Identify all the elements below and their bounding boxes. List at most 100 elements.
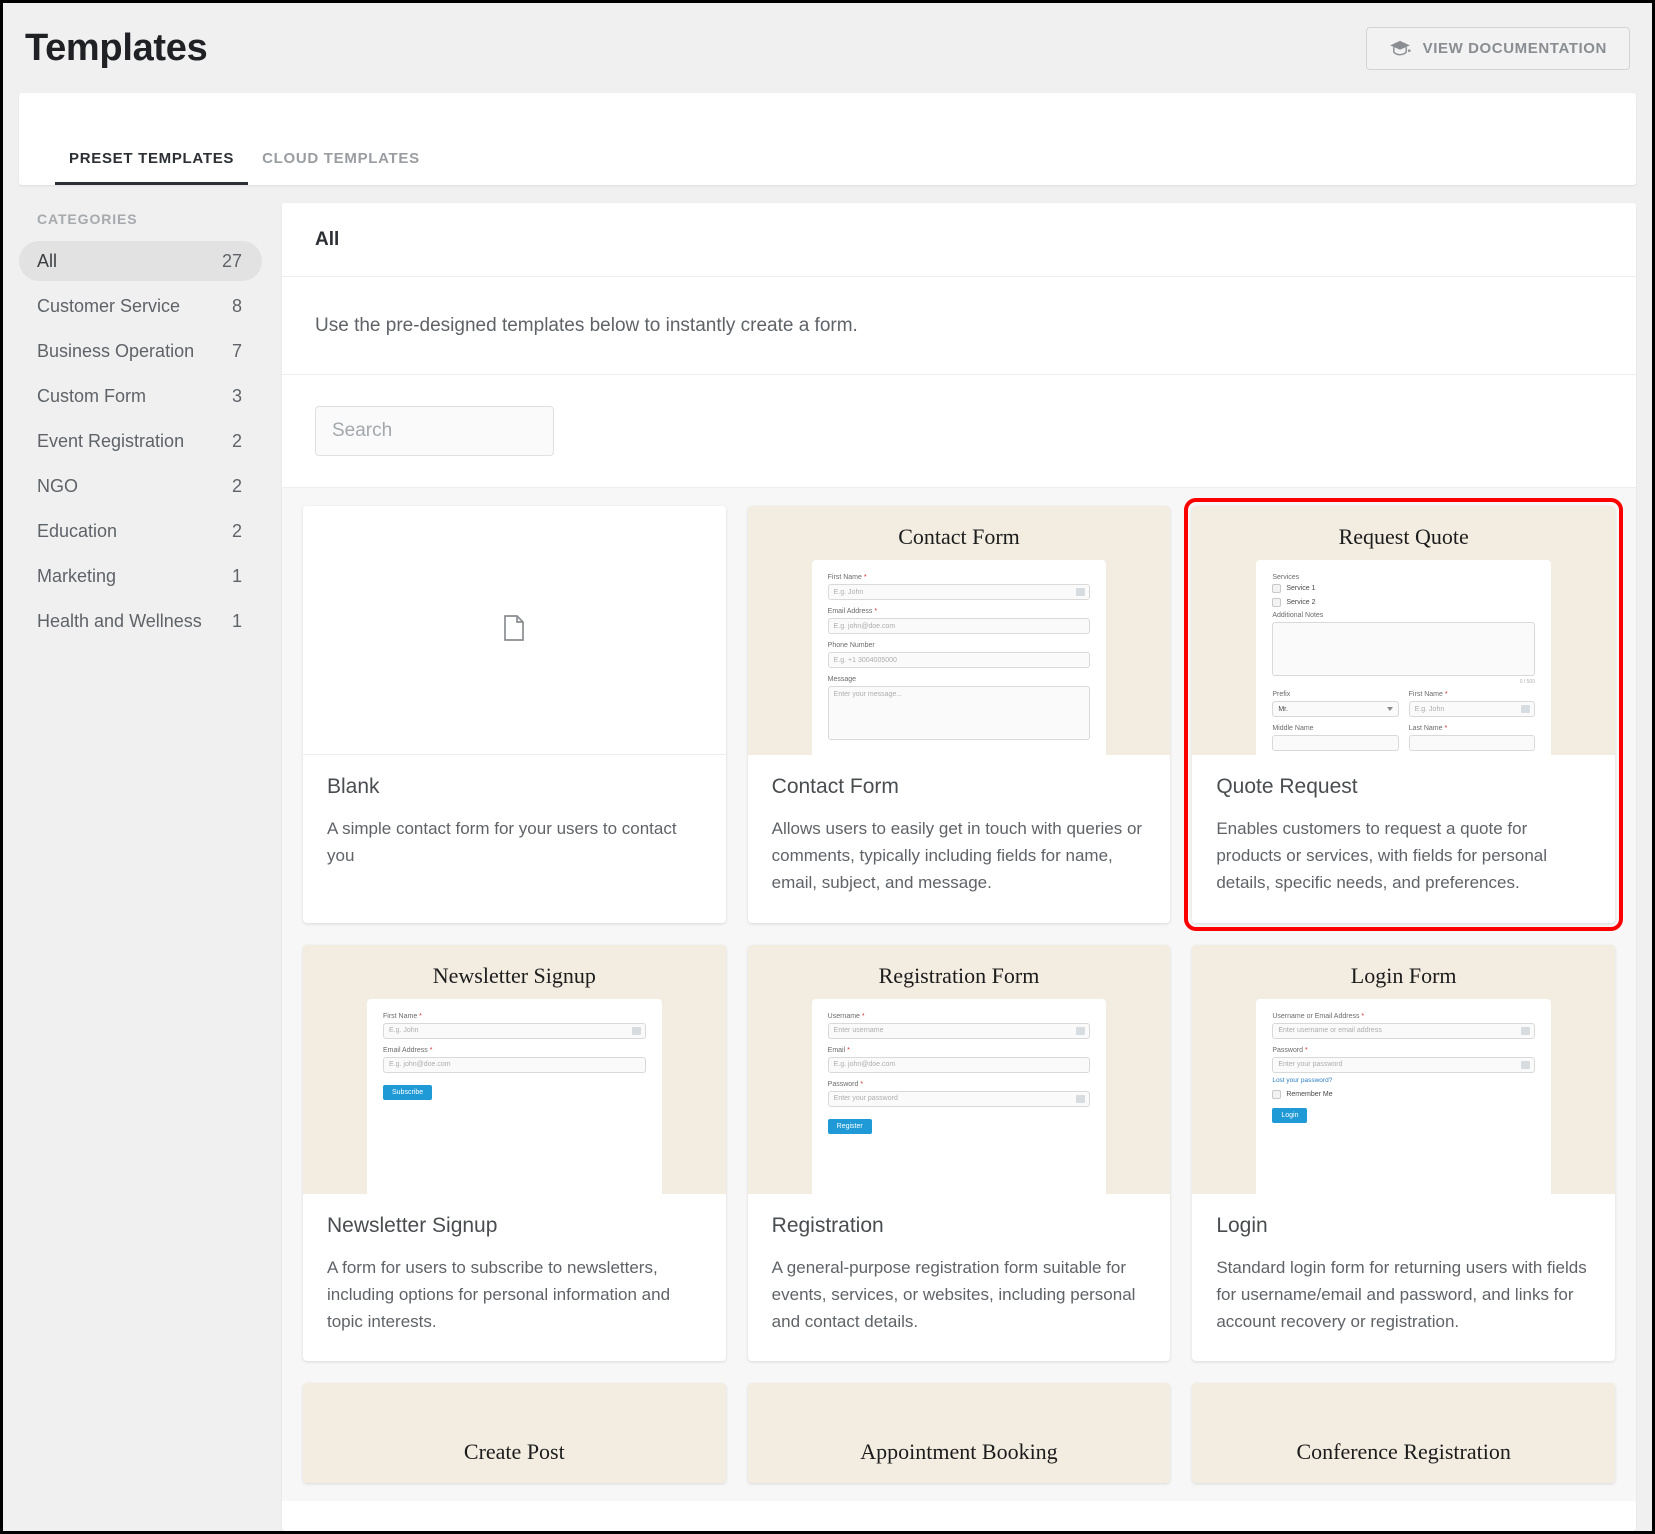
template-card-title: Registration (772, 1214, 1147, 1238)
sidebar-item-event-registration[interactable]: Event Registration2 (19, 421, 262, 461)
preview-input[interactable]: Enter username or email address (1272, 1023, 1535, 1039)
preview-field-column: PrefixMr. (1272, 691, 1398, 725)
required-marker: * (1359, 1013, 1364, 1020)
tab-cloud-templates[interactable]: CLOUD TEMPLATES (248, 150, 434, 185)
preview-checkbox[interactable]: Remember Me (1272, 1090, 1535, 1099)
preview-field-label: Password * (1272, 1047, 1535, 1054)
preview-input[interactable]: E.g. john@doe.com (828, 618, 1091, 634)
preview-field-label: Middle Name (1272, 725, 1398, 732)
sidebar-item-all[interactable]: All27 (19, 241, 262, 281)
template-card-quote-request[interactable]: Request Quote Services Service 1 Service 2 A… (1192, 506, 1615, 923)
preview-field-label: First Name * (383, 1013, 646, 1020)
template-card-title: Newsletter Signup (327, 1214, 702, 1238)
preview-field: Additional Notes0 / 500 (1272, 612, 1535, 685)
sidebar-item-custom-form[interactable]: Custom Form3 (19, 376, 262, 416)
preview-field: First Name *E.g. John (828, 574, 1091, 600)
preview-field-label: Additional Notes (1272, 612, 1535, 619)
preview-field: Phone Number E.g. +1 3004005000 (828, 642, 1091, 668)
sidebar-item-count: 7 (232, 341, 242, 362)
template-card-contact-form[interactable]: Contact FormFirst Name *E.g. JohnEmail A… (748, 506, 1171, 923)
preview-input-placeholder: E.g. John (1415, 706, 1445, 713)
search-input[interactable] (315, 406, 554, 456)
preview-field-row: Middle NameLast Name * (1272, 725, 1535, 755)
preview-input[interactable]: Enter your password (828, 1091, 1091, 1107)
preview-input[interactable]: Enter your password (1272, 1057, 1535, 1073)
preview-field-label-text: Email (828, 1047, 846, 1054)
preview-input[interactable]: E.g. john@doe.com (828, 1057, 1091, 1073)
sidebar-item-label: Education (37, 521, 117, 542)
preview-submit-button[interactable]: Subscribe (383, 1085, 432, 1100)
template-card-registration[interactable]: Registration FormUsername *Enter usernam… (748, 945, 1171, 1362)
preview-input-placeholder: E.g. john@doe.com (389, 1061, 451, 1068)
template-card-body: Contact FormAllows users to easily get i… (748, 755, 1171, 923)
preview-input[interactable] (1272, 735, 1398, 751)
preview-form-title: Conference Registration (1192, 1383, 1615, 1475)
preview-checkbox[interactable]: Service 2 (1272, 598, 1535, 607)
preview-form-body: Services Service 1 Service 2 Additional Not… (1256, 560, 1551, 755)
preview-input[interactable]: E.g. John (1409, 701, 1535, 717)
preview-field-label-text: Email Address (828, 608, 873, 615)
preview-field-label: Message (828, 676, 1091, 683)
preview-field-label: Phone Number (828, 642, 1091, 649)
preview-input-placeholder: Enter your password (834, 1095, 898, 1102)
preview-input-placeholder: Enter your password (1278, 1061, 1342, 1068)
preview-field-label-text: Middle Name (1272, 725, 1313, 732)
sidebar-item-label: Business Operation (37, 341, 194, 362)
preview-field-label-text: First Name (828, 574, 862, 581)
section-description: Use the pre-designed templates below to … (282, 277, 1636, 375)
template-card-conference-registration[interactable]: Conference Registration (1192, 1383, 1615, 1483)
sidebar-item-ngo[interactable]: NGO2 (19, 466, 262, 506)
keyboard-icon (1521, 705, 1530, 713)
preview-field-label-text: Additional Notes (1272, 612, 1323, 619)
template-card-blank[interactable]: BlankA simple contact form for your user… (303, 506, 726, 923)
view-documentation-label: VIEW DOCUMENTATION (1423, 40, 1607, 57)
sidebar-item-health-and-wellness[interactable]: Health and Wellness1 (19, 601, 262, 641)
preview-submit-button[interactable]: Login (1272, 1108, 1307, 1123)
preview-field: Username or Email Address *Enter usernam… (1272, 1013, 1535, 1039)
template-card-create-post[interactable]: Create Post (303, 1383, 726, 1483)
required-marker: * (858, 1081, 863, 1088)
preview-input[interactable]: E.g. John (383, 1023, 646, 1039)
preview-textarea[interactable] (1272, 622, 1535, 676)
sidebar-item-marketing[interactable]: Marketing1 (19, 556, 262, 596)
sidebar-item-business-operation[interactable]: Business Operation 7 (19, 331, 262, 371)
view-documentation-button[interactable]: VIEW DOCUMENTATION (1366, 27, 1630, 70)
sidebar-item-count: 8 (232, 296, 242, 317)
required-marker: * (860, 1013, 865, 1020)
preview-link[interactable]: Lost your password? (1272, 1077, 1535, 1084)
required-marker: * (417, 1013, 422, 1020)
template-grid-next-row: Create PostAppointment BookingConference… (303, 1383, 1615, 1483)
sidebar-item-education[interactable]: Education2 (19, 511, 262, 551)
preview-input[interactable]: E.g. +1 3004005000 (828, 652, 1091, 668)
preview-form-body: First Name *E.g. JohnEmail Address *E.g.… (812, 560, 1107, 755)
preview-input[interactable]: E.g. John (828, 584, 1091, 600)
sidebar-item-count: 1 (232, 611, 242, 632)
preview-select-value: Mr. (1278, 706, 1288, 713)
preview-checkbox-label: Service 2 (1286, 599, 1315, 606)
tab-preset-templates[interactable]: PRESET TEMPLATES (55, 150, 248, 185)
preview-textarea[interactable]: Enter your message... (828, 686, 1091, 740)
sidebar-item-label: Customer Service (37, 296, 180, 317)
preview-input[interactable]: E.g. john@doe.com (383, 1057, 646, 1073)
preview-input[interactable] (1409, 735, 1535, 751)
templates-page: Templates VIEW DOCUMENTATION PRESET TEMP… (0, 0, 1655, 1534)
preview-field-label: Services (1272, 574, 1535, 581)
section-title: All (282, 203, 1636, 277)
preview-checkbox[interactable]: Service 1 (1272, 584, 1535, 593)
preview-form-title: Request Quote (1192, 506, 1615, 560)
preview-input[interactable]: Enter username (828, 1023, 1091, 1039)
preview-select[interactable]: Mr. (1272, 701, 1398, 717)
sidebar-item-customer-service[interactable]: Customer Service 8 (19, 286, 262, 326)
template-card-login[interactable]: Login FormUsername or Email Address *Ent… (1192, 945, 1615, 1362)
preview-submit-button[interactable]: Register (828, 1119, 872, 1134)
template-card-newsletter-signup[interactable]: Newsletter SignupFirst Name *E.g. JohnEm… (303, 945, 726, 1362)
template-preview (303, 506, 726, 755)
preview-field-column: First Name *E.g. John (1409, 691, 1535, 725)
preview-field: Password *Enter your password (828, 1081, 1091, 1107)
chevron-down-icon (1387, 707, 1393, 711)
template-card-appointment-booking[interactable]: Appointment Booking (748, 1383, 1171, 1483)
graduation-cap-icon (1389, 40, 1411, 56)
preview-field: Message Enter your message... (828, 676, 1091, 740)
checkbox-icon (1272, 584, 1281, 593)
tab-cloud-templates-label: CLOUD TEMPLATES (262, 150, 420, 167)
